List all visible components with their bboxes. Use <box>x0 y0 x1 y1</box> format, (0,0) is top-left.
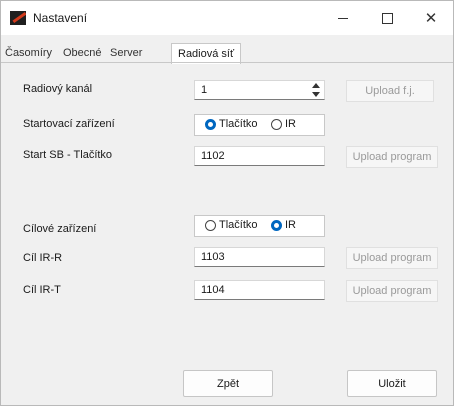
tab-obecne[interactable]: Obecné <box>63 45 102 62</box>
start-sb-upload-button[interactable]: Upload program <box>346 146 438 168</box>
tab-divider <box>1 62 453 63</box>
finish-radio-tlacitko-label: Tlačítko <box>219 219 258 231</box>
finish-ir-t-input[interactable]: 1104 <box>194 280 325 300</box>
finish-ir-t-upload-button[interactable]: Upload program <box>346 280 438 302</box>
start-sb-label: Start SB - Tlačítko <box>23 149 113 161</box>
radio-channel-spinbox[interactable]: 1 <box>194 80 325 100</box>
maximize-button[interactable] <box>365 1 409 35</box>
start-radio-tlacitko[interactable]: Tlačítko <box>205 118 258 130</box>
finish-device-label: Cílové zařízení <box>23 223 97 235</box>
radio-selected-icon <box>271 219 282 231</box>
finish-ir-t-label: Cíl IR-T <box>23 284 61 296</box>
finish-ir-r-value: 1103 <box>201 251 225 263</box>
radio-channel-value: 1 <box>201 84 208 96</box>
finish-ir-r-input[interactable]: 1103 <box>194 247 325 267</box>
finish-ir-r-label: Cíl IR-R <box>23 252 63 264</box>
window-title: Nastavení <box>33 11 88 25</box>
finish-radio-tlacitko[interactable]: Tlačítko <box>205 219 258 231</box>
minimize-button[interactable] <box>321 1 365 35</box>
save-button[interactable]: Uložit <box>347 370 437 397</box>
start-device-radio-group: Tlačítko IR <box>194 114 325 136</box>
finish-radio-ir[interactable]: IR <box>271 219 296 231</box>
tab-casomiry[interactable]: Časomíry <box>5 45 52 62</box>
start-sb-value: 1102 <box>201 150 225 162</box>
finish-device-radio-group: Tlačítko IR <box>194 215 325 237</box>
radio-unselected-icon <box>205 219 216 231</box>
radio-channel-label: Radiový kanál <box>23 83 93 95</box>
start-sb-input[interactable]: 1102 <box>194 146 325 166</box>
close-icon: ✕ <box>424 10 438 27</box>
radio-unselected-icon <box>271 118 282 130</box>
back-button[interactable]: Zpět <box>183 370 273 397</box>
settings-window: Nastavení ✕ Časomíry Obecné Server Radio… <box>0 0 454 406</box>
radio-selected-icon <box>205 118 216 130</box>
finish-ir-t-value: 1104 <box>201 284 225 296</box>
minimize-icon <box>338 17 348 19</box>
start-radio-tlacitko-label: Tlačítko <box>219 118 258 130</box>
title-bar: Nastavení ✕ <box>1 1 453 35</box>
start-radio-ir-label: IR <box>285 118 296 130</box>
tab-radiova-sit[interactable]: Radiová síť <box>171 43 242 64</box>
upload-fj-button[interactable]: Upload f.j. <box>346 80 434 102</box>
spinner-arrows-icon[interactable] <box>311 83 320 98</box>
app-icon <box>10 11 26 25</box>
finish-radio-ir-label: IR <box>285 219 296 231</box>
start-device-label: Startovací zařízení <box>23 118 115 130</box>
close-button[interactable]: ✕ <box>409 1 453 35</box>
maximize-icon <box>381 12 393 24</box>
finish-ir-r-upload-button[interactable]: Upload program <box>346 247 438 269</box>
tab-server[interactable]: Server <box>110 45 142 62</box>
start-radio-ir[interactable]: IR <box>271 118 296 130</box>
